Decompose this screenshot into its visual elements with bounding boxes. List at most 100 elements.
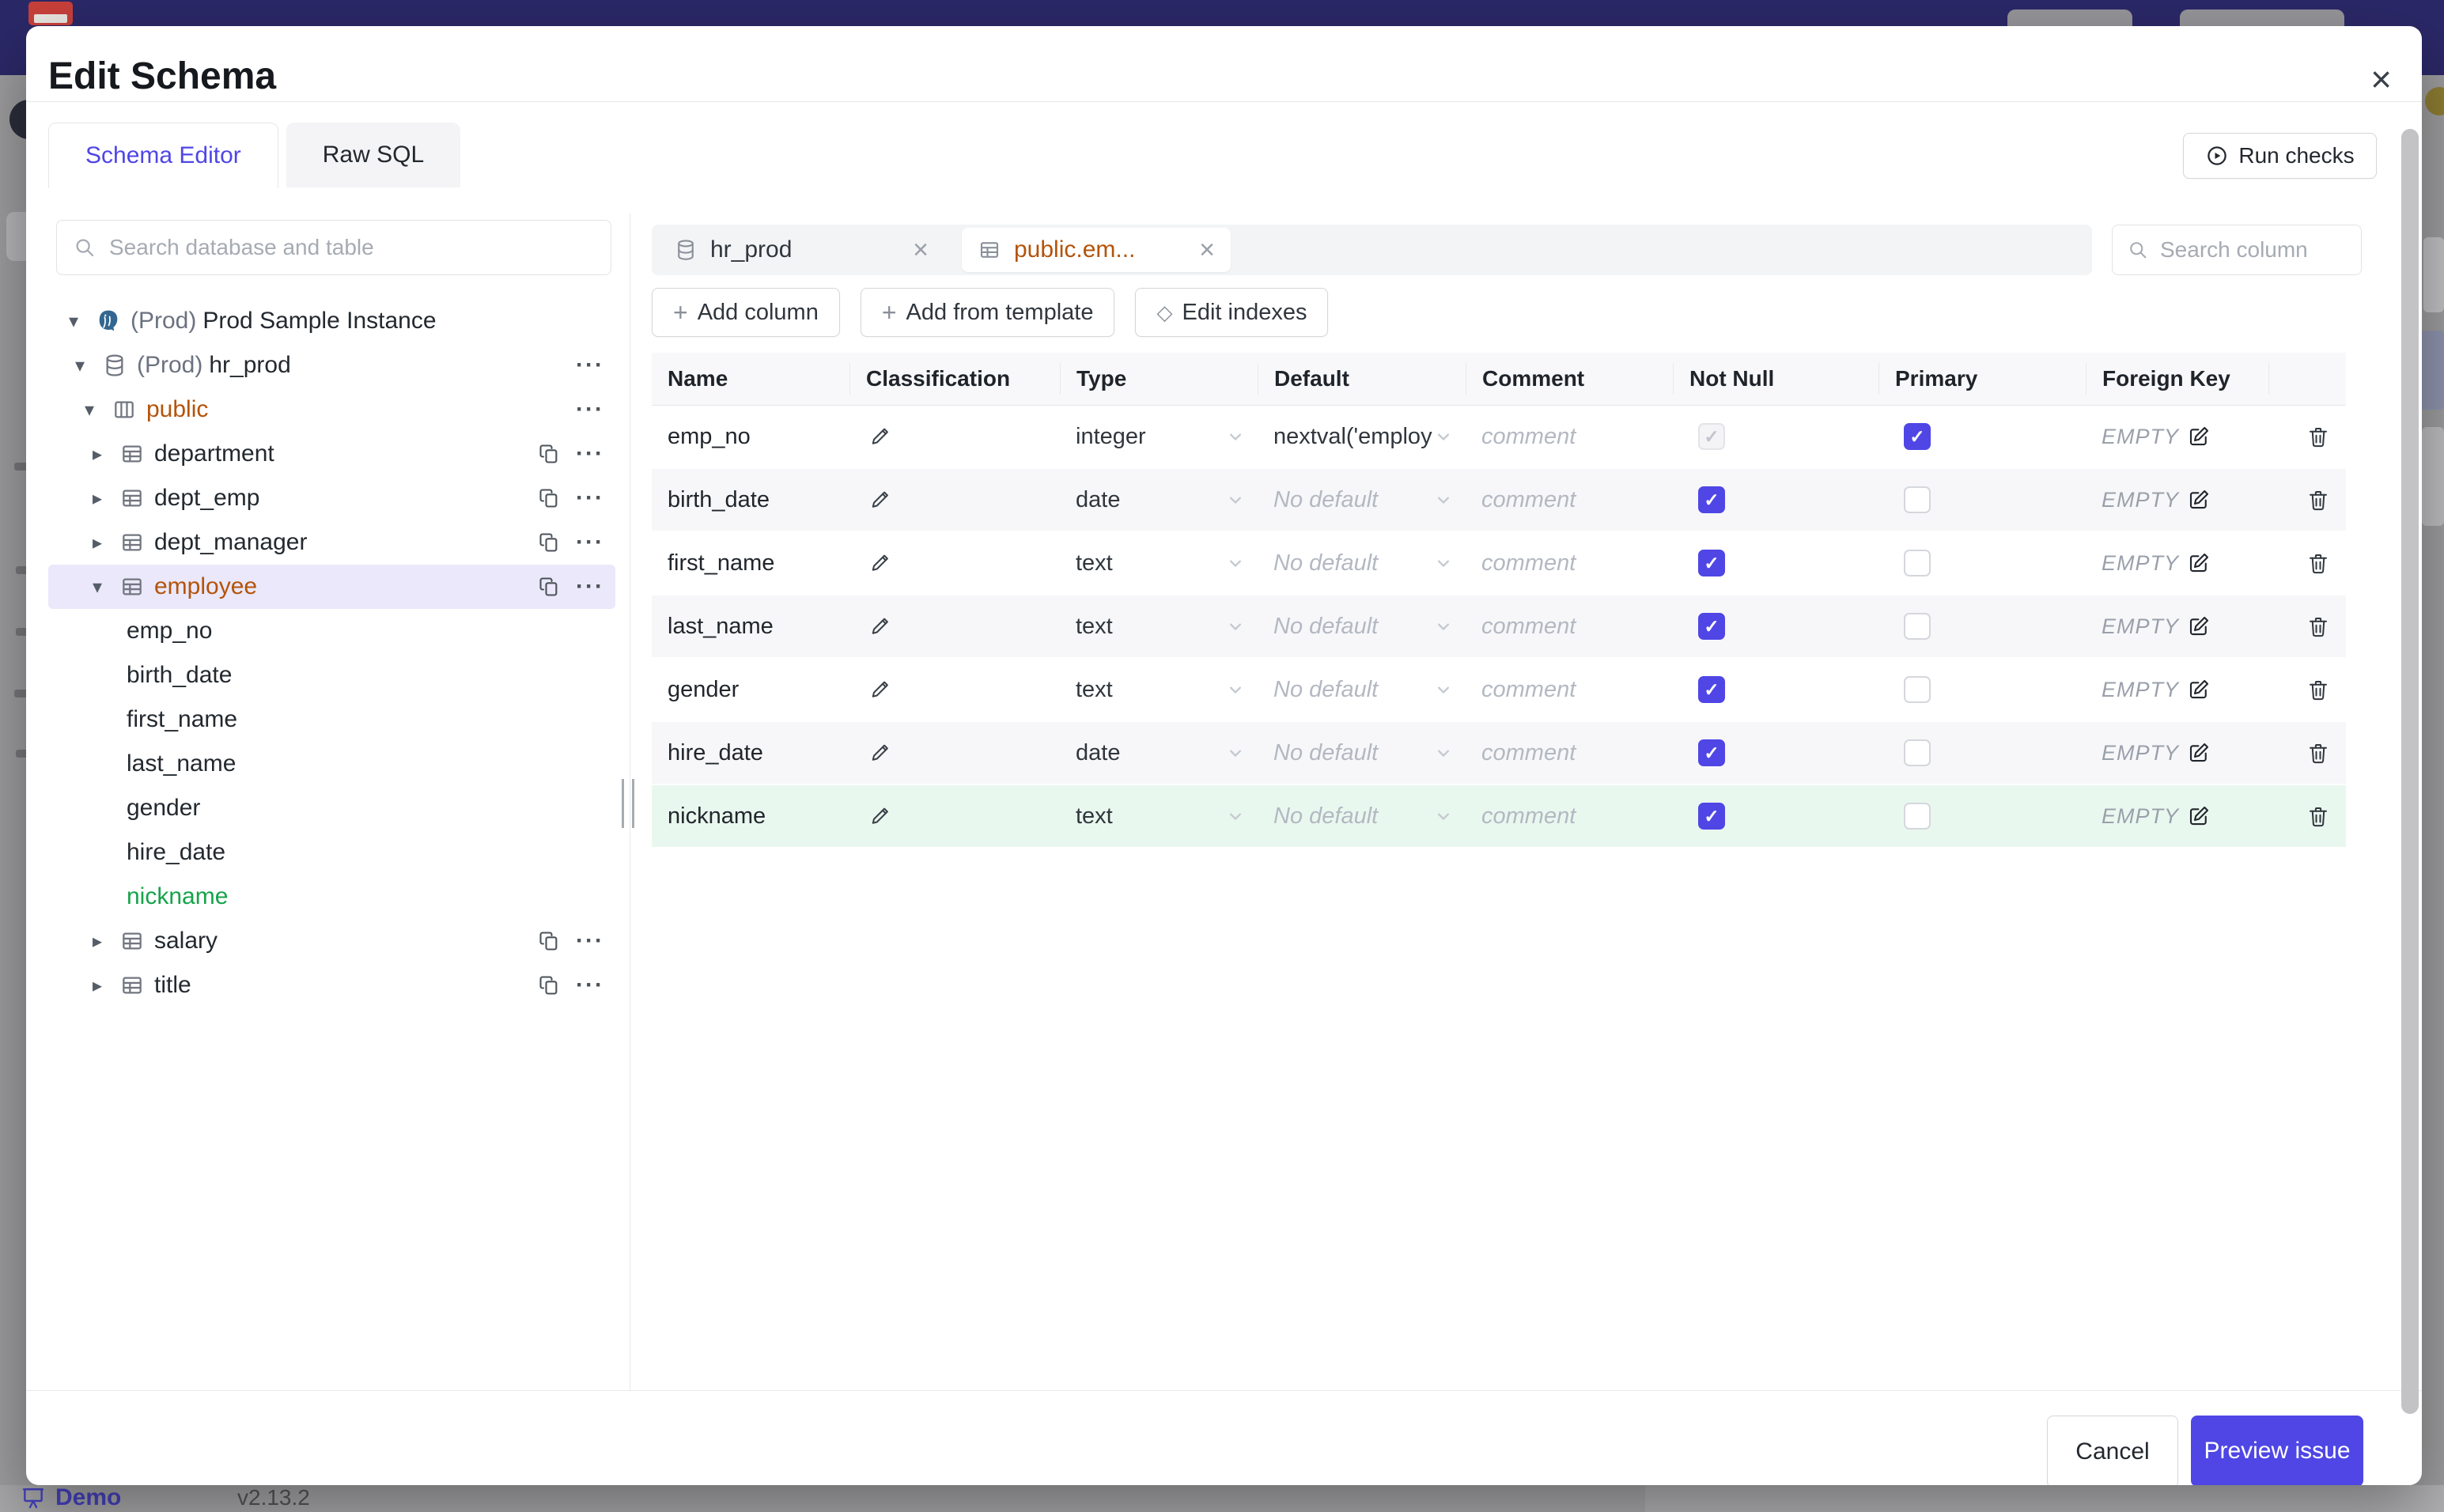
type-select[interactable]: text	[1060, 803, 1258, 830]
name-cell[interactable]: gender	[652, 677, 849, 703]
primary-checkbox[interactable]	[1904, 803, 1931, 830]
tree-item-title[interactable]: ▸ title ···	[48, 963, 615, 1007]
edit-indexes-button[interactable]: ◇ Edit indexes	[1135, 288, 1329, 337]
edit-foreign-key-icon[interactable]	[2187, 488, 2211, 512]
default-select[interactable]: No default	[1258, 803, 1466, 830]
caret-down-icon[interactable]: ▾	[69, 310, 96, 333]
name-cell[interactable]: hire_date	[652, 740, 849, 766]
caret-down-icon[interactable]: ▾	[75, 354, 102, 377]
database-search-input[interactable]	[108, 234, 611, 261]
caret-right-icon[interactable]: ▸	[93, 443, 119, 466]
name-cell[interactable]: birth_date	[652, 487, 849, 513]
more-menu-icon[interactable]: ···	[576, 929, 604, 953]
tree-item-emp-no[interactable]: emp_no	[48, 609, 615, 653]
more-menu-icon[interactable]: ···	[576, 353, 604, 377]
comment-input[interactable]: comment	[1481, 803, 1576, 830]
comment-input[interactable]: comment	[1481, 677, 1576, 703]
caret-right-icon[interactable]: ▸	[93, 930, 119, 953]
default-select[interactable]: No default	[1258, 487, 1466, 513]
caret-down-icon[interactable]: ▾	[85, 399, 112, 421]
primary-checkbox[interactable]	[1904, 676, 1931, 703]
more-menu-icon[interactable]: ···	[576, 442, 604, 466]
run-checks-button[interactable]: Run checks	[2183, 133, 2377, 179]
tree-item-dept-manager[interactable]: ▸ dept_manager ···	[48, 520, 615, 565]
preview-issue-button[interactable]: Preview issue	[2191, 1416, 2363, 1485]
more-menu-icon[interactable]: ···	[576, 398, 604, 421]
tab-raw-sql[interactable]: Raw SQL	[286, 123, 461, 187]
copy-icon[interactable]	[538, 930, 560, 952]
modal-scrollbar[interactable]	[2401, 129, 2419, 1414]
caret-right-icon[interactable]: ▸	[93, 974, 119, 997]
default-select[interactable]: nextval('employ	[1258, 424, 1466, 450]
type-select[interactable]: date	[1060, 740, 1258, 766]
default-select[interactable]: No default	[1258, 740, 1466, 766]
column-search-input[interactable]	[2158, 236, 2361, 263]
tree-item-dept-emp[interactable]: ▸ dept_emp ···	[48, 476, 615, 520]
comment-input[interactable]: comment	[1481, 487, 1576, 513]
more-menu-icon[interactable]: ···	[576, 973, 604, 997]
cancel-button[interactable]: Cancel	[2047, 1416, 2178, 1485]
not-null-checkbox[interactable]	[1698, 550, 1725, 576]
name-cell[interactable]: first_name	[652, 550, 849, 576]
name-cell[interactable]: last_name	[652, 614, 849, 640]
delete-column-icon[interactable]	[2306, 614, 2330, 638]
edit-classification-icon[interactable]	[870, 551, 894, 575]
delete-column-icon[interactable]	[2306, 488, 2330, 512]
edit-classification-icon[interactable]	[870, 741, 894, 765]
copy-icon[interactable]	[538, 576, 560, 598]
type-select[interactable]: integer	[1060, 424, 1258, 450]
tab-schema-editor[interactable]: Schema Editor	[48, 123, 278, 188]
caret-down-icon[interactable]: ▾	[93, 576, 119, 599]
primary-checkbox[interactable]	[1904, 739, 1931, 766]
primary-checkbox[interactable]	[1904, 613, 1931, 640]
copy-icon[interactable]	[538, 443, 560, 465]
caret-right-icon[interactable]: ▸	[93, 531, 119, 554]
edit-foreign-key-icon[interactable]	[2187, 425, 2211, 448]
not-null-checkbox[interactable]	[1698, 613, 1725, 640]
more-menu-icon[interactable]: ···	[576, 575, 604, 599]
type-select[interactable]: date	[1060, 487, 1258, 513]
editor-tab-public-em[interactable]: public.em... ×	[962, 228, 1231, 272]
tree-item-salary[interactable]: ▸ salary ···	[48, 919, 615, 963]
close-icon[interactable]: ×	[2370, 61, 2392, 97]
add-from-template-button[interactable]: + Add from template	[860, 288, 1115, 337]
default-select[interactable]: No default	[1258, 677, 1466, 703]
not-null-checkbox[interactable]	[1698, 803, 1725, 830]
edit-classification-icon[interactable]	[870, 614, 894, 638]
delete-column-icon[interactable]	[2306, 551, 2330, 575]
add-column-button[interactable]: + Add column	[652, 288, 840, 337]
not-null-checkbox[interactable]	[1698, 486, 1725, 513]
delete-column-icon[interactable]	[2306, 425, 2330, 448]
comment-input[interactable]: comment	[1481, 424, 1576, 450]
copy-icon[interactable]	[538, 974, 560, 996]
default-select[interactable]: No default	[1258, 614, 1466, 640]
edit-classification-icon[interactable]	[870, 678, 894, 701]
tree-item-nickname[interactable]: nickname	[48, 875, 615, 919]
tree-item-department[interactable]: ▸ department ···	[48, 432, 615, 476]
edit-classification-icon[interactable]	[870, 804, 894, 828]
not-null-checkbox[interactable]	[1698, 739, 1725, 766]
tree-item-employee[interactable]: ▾ employee ···	[48, 565, 615, 609]
delete-column-icon[interactable]	[2306, 804, 2330, 828]
copy-icon[interactable]	[538, 487, 560, 509]
primary-checkbox[interactable]	[1904, 550, 1931, 576]
not-null-checkbox[interactable]	[1698, 676, 1725, 703]
edit-foreign-key-icon[interactable]	[2187, 678, 2211, 701]
type-select[interactable]: text	[1060, 550, 1258, 576]
tree-item-first-name[interactable]: first_name	[48, 697, 615, 742]
tree-item-prod-sample-instance[interactable]: ▾ (Prod) Prod Sample Instance	[48, 299, 615, 343]
edit-foreign-key-icon[interactable]	[2187, 551, 2211, 575]
name-cell[interactable]: emp_no	[652, 424, 849, 450]
delete-column-icon[interactable]	[2306, 678, 2330, 701]
edit-foreign-key-icon[interactable]	[2187, 741, 2211, 765]
editor-tab-hr-prod[interactable]: hr_prod ×	[658, 228, 944, 272]
copy-icon[interactable]	[538, 531, 560, 554]
tree-item-hire-date[interactable]: hire_date	[48, 830, 615, 875]
close-tab-icon[interactable]: ×	[913, 236, 929, 263]
default-select[interactable]: No default	[1258, 550, 1466, 576]
edit-classification-icon[interactable]	[870, 488, 894, 512]
type-select[interactable]: text	[1060, 614, 1258, 640]
tree-item-last-name[interactable]: last_name	[48, 742, 615, 786]
primary-checkbox[interactable]	[1904, 423, 1931, 450]
tree-item-gender[interactable]: gender	[48, 786, 615, 830]
